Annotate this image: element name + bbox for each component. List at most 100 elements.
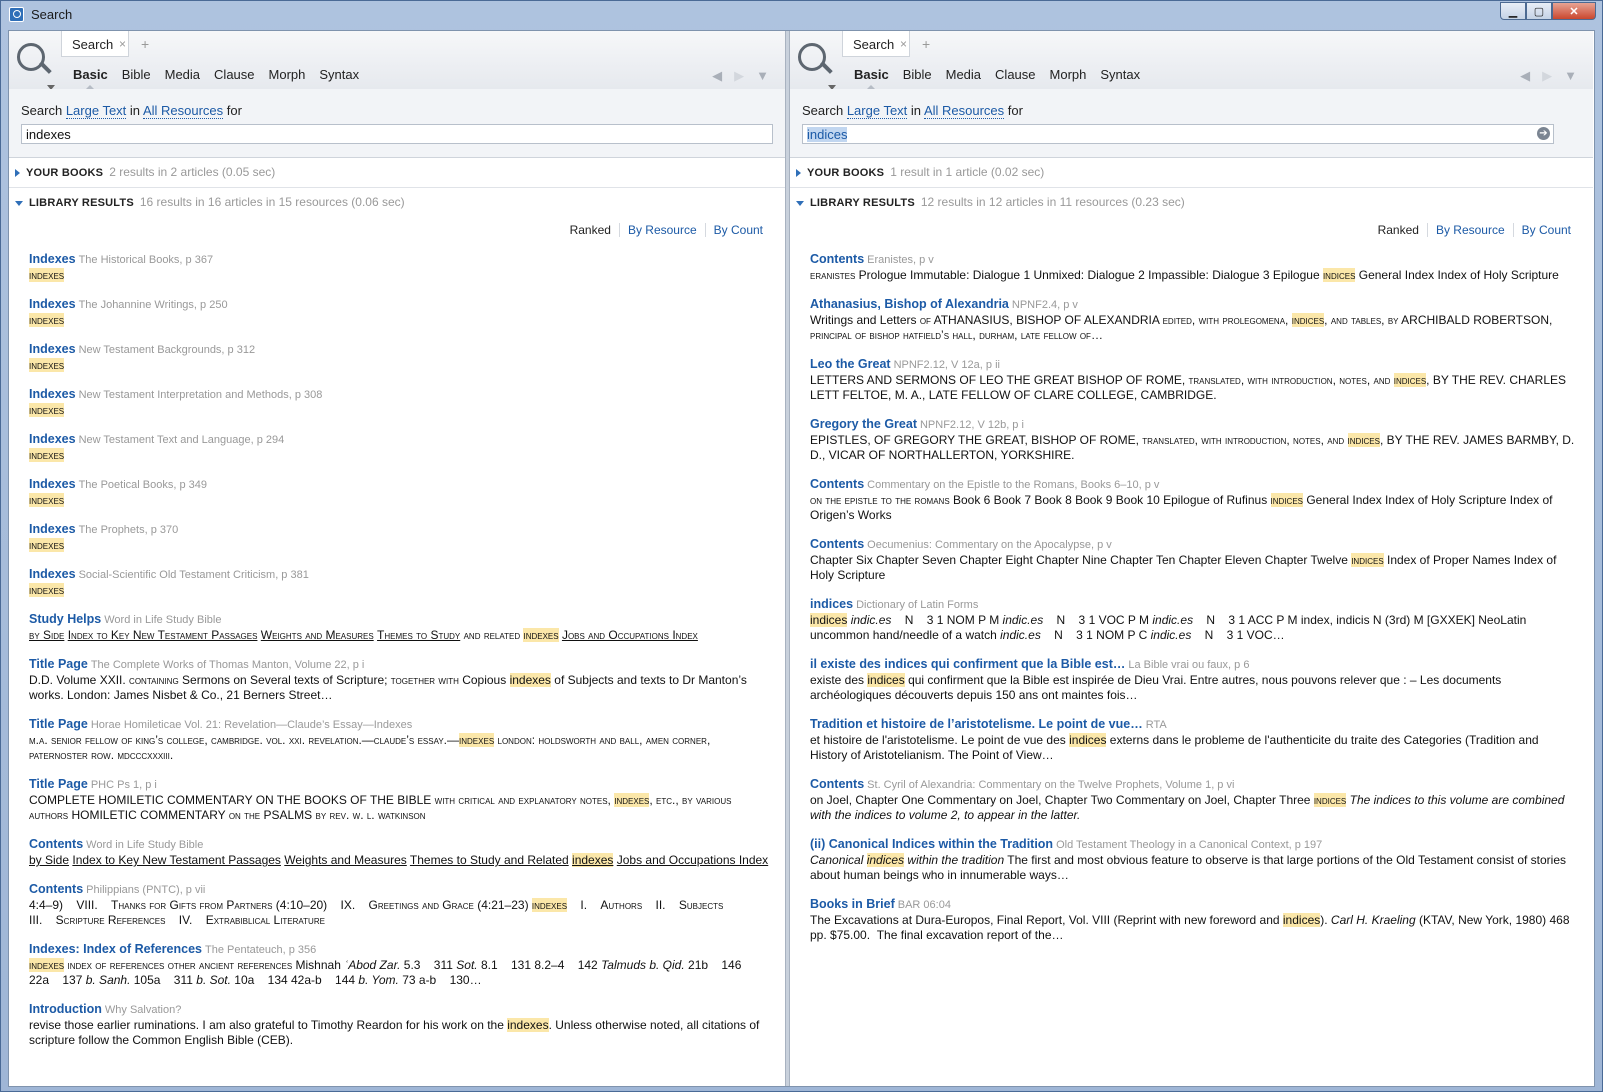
forward-icon[interactable]: ▶: [734, 68, 744, 84]
tab-search[interactable]: Search ×: [61, 31, 129, 57]
sort-by-resource[interactable]: By Resource: [1426, 223, 1513, 237]
search-scope-link[interactable]: All Resources: [923, 103, 1005, 119]
result-title-link[interactable]: il existe des indices qui confirment que…: [810, 656, 1579, 673]
add-tab-icon[interactable]: +: [141, 36, 149, 52]
window-controls: ▁ ▢ ✕: [1500, 2, 1596, 20]
result-item: Contents Commentary on the Epistle to the…: [810, 476, 1579, 523]
sort-by-count[interactable]: By Count: [704, 223, 771, 237]
result-title-link[interactable]: Indexes New Testament Interpretation and …: [29, 386, 771, 403]
tab-close-icon[interactable]: ×: [900, 37, 907, 51]
result-title-link[interactable]: Athanasius, Bishop of Alexandria NPNF2.4,…: [810, 296, 1579, 313]
result-item: Gregory the Great NPNF2.12, V 12b, p i EPI…: [810, 416, 1579, 463]
result-title-link[interactable]: Tradition et histoire de l’aristotelisme…: [810, 716, 1579, 733]
minimize-button[interactable]: ▁: [1500, 2, 1526, 20]
your-books-header[interactable]: YOUR BOOKS 1 result in 1 article (0.02 se…: [796, 165, 1556, 185]
result-title-link[interactable]: Contents Oecumenius: Commentary on the Ap…: [810, 536, 1579, 553]
sort-ranked[interactable]: Ranked: [1370, 223, 1427, 237]
result-title-link[interactable]: Gregory the Great NPNF2.12, V 12b, p i: [810, 416, 1579, 433]
result-title-link[interactable]: Indexes The Johannine Writings, p 250: [29, 296, 771, 313]
result-title-link[interactable]: Title Page Horae Homileticae Vol. 21: Rev…: [29, 716, 771, 733]
subtab-basic[interactable]: Basic: [854, 67, 889, 90]
subtab-bible[interactable]: Bible: [122, 67, 151, 82]
result-title-link[interactable]: Contents St. Cyril of Alexandria: Comment…: [810, 776, 1579, 793]
divider: [9, 187, 785, 188]
subtab-media[interactable]: Media: [946, 67, 981, 82]
result-snippet: by Side Index to Key New Testament Passa…: [29, 853, 769, 867]
your-books-header[interactable]: YOUR BOOKS 2 results in 2 articles (0.05 …: [15, 165, 775, 185]
result-snippet: indexes index of references other ancien…: [29, 958, 742, 987]
result-title-link[interactable]: Leo the Great NPNF2.12, V 12a, p ii: [810, 356, 1579, 373]
close-button[interactable]: ✕: [1552, 2, 1596, 20]
result-title-link[interactable]: Contents Word in Life Study Bible: [29, 836, 771, 853]
result-title-link[interactable]: Study Helps Word in Life Study Bible: [29, 611, 771, 628]
back-icon[interactable]: ◀: [1520, 68, 1530, 84]
search-type-link[interactable]: Large Text: [846, 103, 908, 119]
result-title-link[interactable]: Indexes Social-Scientific Old Testament C…: [29, 566, 771, 583]
collapse-icon[interactable]: [796, 200, 804, 206]
result-source: The Prophets, p 370: [78, 524, 179, 536]
subtab-morph[interactable]: Morph: [1050, 67, 1087, 82]
result-item: Contents Oecumenius: Commentary on the Ap…: [810, 536, 1579, 583]
result-title-link[interactable]: Books in Brief BAR 06:04: [810, 896, 1579, 913]
result-source: Philippians (PNTC), p vii: [86, 884, 206, 896]
search-description: Search Large Text in All Resources for: [21, 103, 242, 119]
result-title-link[interactable]: Indexes New Testament Backgrounds, p 312: [29, 341, 771, 358]
expand-icon[interactable]: [796, 169, 801, 178]
subtab-clause[interactable]: Clause: [995, 67, 1035, 82]
result-title-link[interactable]: indices Dictionary of Latin Forms: [810, 596, 1579, 613]
result-source: Oecumenius: Commentary on the Apocalypse…: [867, 539, 1112, 551]
collapse-icon[interactable]: [15, 200, 23, 206]
result-title-link[interactable]: Contents Eranistes, p v: [810, 251, 1579, 268]
subtab-clause[interactable]: Clause: [214, 67, 254, 82]
tab-search[interactable]: Search ×: [842, 31, 910, 57]
result-snippet: m.a. senior fellow of king’s college, ca…: [29, 733, 711, 762]
library-results-header[interactable]: LIBRARY RESULTS 12 results in 12 articles…: [796, 195, 1556, 215]
subtab-morph[interactable]: Morph: [269, 67, 306, 82]
sort-by-resource[interactable]: By Resource: [618, 223, 705, 237]
subtab-media[interactable]: Media: [165, 67, 200, 82]
sort-ranked[interactable]: Ranked: [562, 223, 619, 237]
title-bar: Search ▁ ▢ ✕: [1, 1, 1602, 29]
result-title-link[interactable]: Indexes The Historical Books, p 367: [29, 251, 771, 268]
subtab-syntax[interactable]: Syntax: [1100, 67, 1140, 82]
history-menu-icon[interactable]: ▼: [1564, 68, 1577, 84]
subtab-basic[interactable]: Basic: [73, 67, 108, 90]
go-arrow-icon[interactable]: ➔: [1537, 127, 1550, 140]
result-title-link[interactable]: Introduction Why Salvation?: [29, 1001, 771, 1018]
result-title-link[interactable]: Indexes The Poetical Books, p 349: [29, 476, 771, 493]
search-input[interactable]: indices ➔: [802, 124, 1554, 144]
forward-icon[interactable]: ▶: [1542, 68, 1552, 84]
add-tab-icon[interactable]: +: [922, 36, 930, 52]
search-type-link[interactable]: Large Text: [65, 103, 127, 119]
result-snippet: indexes: [29, 448, 65, 462]
expand-icon[interactable]: [15, 169, 20, 178]
result-title-link[interactable]: Indexes New Testament Text and Language, …: [29, 431, 771, 448]
result-source: New Testament Backgrounds, p 312: [78, 344, 256, 356]
subtab-syntax[interactable]: Syntax: [319, 67, 359, 82]
result-item: Indexes The Prophets, p 370 indexes: [29, 521, 771, 553]
search-icon[interactable]: [17, 43, 55, 90]
result-title-link[interactable]: (ii) Canonical Indices within the Tradit…: [810, 836, 1579, 853]
tab-close-icon[interactable]: ×: [119, 37, 126, 51]
divider: [790, 187, 1593, 188]
result-source: The Johannine Writings, p 250: [78, 299, 228, 311]
search-icon[interactable]: [798, 43, 836, 90]
search-scope-link[interactable]: All Resources: [142, 103, 224, 119]
search-input[interactable]: indexes: [21, 124, 773, 144]
result-snippet: by Side Index to Key New Testament Passa…: [29, 628, 698, 642]
result-title-link[interactable]: Indexes The Prophets, p 370: [29, 521, 771, 538]
history-menu-icon[interactable]: ▼: [756, 68, 769, 84]
library-results-header[interactable]: LIBRARY RESULTS 16 results in 16 articles…: [15, 195, 775, 215]
back-icon[interactable]: ◀: [712, 68, 722, 84]
result-source: BAR 06:04: [897, 899, 951, 911]
result-snippet: existe des indices qui confirment que la…: [810, 673, 1502, 702]
sort-by-count[interactable]: By Count: [1512, 223, 1579, 237]
history-nav: ◀ ▶ ▼: [712, 68, 769, 84]
subtab-bible[interactable]: Bible: [903, 67, 932, 82]
maximize-button[interactable]: ▢: [1526, 2, 1552, 20]
result-title-link[interactable]: Indexes: Index of References The Pentateu…: [29, 941, 771, 958]
result-title-link[interactable]: Contents Commentary on the Epistle to the…: [810, 476, 1579, 493]
result-title-link[interactable]: Title Page PHC Ps 1, p i: [29, 776, 771, 793]
result-title-link[interactable]: Contents Philippians (PNTC), p vii: [29, 881, 771, 898]
result-title-link[interactable]: Title Page The Complete Works of Thomas M…: [29, 656, 771, 673]
